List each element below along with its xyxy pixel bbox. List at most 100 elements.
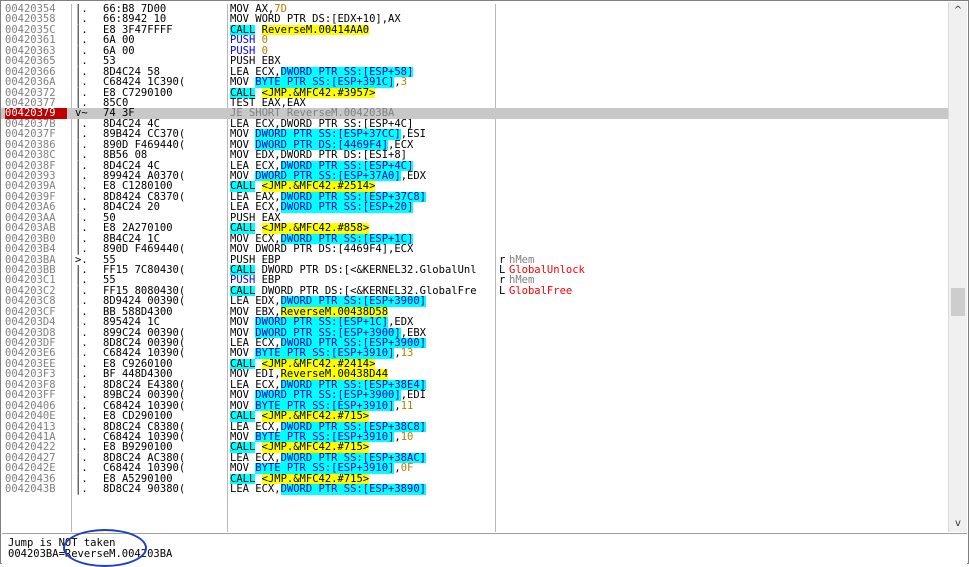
instruction-row[interactable]: 0042036A |. C68424 1C390(MOV BYTE PTR SS:[… xyxy=(1,77,949,88)
instruction-row[interactable]: 00420427 |. 8D8C24 AC380(LEA ECX,DWORD PTR… xyxy=(1,452,949,464)
opcode-bytes: 895424 1C xyxy=(103,317,160,328)
instruction-token: DWORD PTR SS:[ESP+3900] xyxy=(255,390,401,401)
instruction-row[interactable]: 004203DF |. 8D8C24 00390(LEA ECX,DWORD PTR… xyxy=(1,338,949,349)
instruction-row[interactable]: 00420386 |. 890D F469440(MOV DWORD PTR DS:… xyxy=(1,139,949,151)
instruction-row[interactable]: 004203BB |. FF15 7C80430(CALL DWORD PTR DS… xyxy=(1,264,949,276)
instruction-text: CALL <JMP.&MFC42.#715> xyxy=(230,411,493,422)
instruction-row[interactable]: 004203AB |. E8 2A270100 CALL <JMP.&MFC42.#8… xyxy=(1,223,949,234)
opcode-bytes: 8D8C24 00390( xyxy=(103,338,186,349)
instruction-text: LEA EDX,DWORD PTR SS:[ESP+3900] xyxy=(230,296,493,307)
jump-status-text: Jump is NOT taken xyxy=(8,537,116,549)
instruction-row[interactable]: 00420365 |. 53 PUSH EBX xyxy=(1,56,949,66)
arg-bracket: r xyxy=(499,254,506,265)
instruction-row[interactable]: 004203E6 |. C68424 10390(MOV BYTE PTR SS:[… xyxy=(1,348,949,359)
instruction-row[interactable]: 004203B4 |. 890D F469440(MOV DWORD PTR DS:… xyxy=(1,244,949,254)
instruction-token: MOV xyxy=(230,463,256,474)
instruction-token: LEA ECX, xyxy=(230,452,281,464)
instruction-row[interactable]: 00420358 |. 66:8942 10 MOV WORD PTR DS:[EDX… xyxy=(1,14,949,24)
instruction-row[interactable]: 004203F8 |. 8D8C24 E4380(LEA ECX,DWORD PTR… xyxy=(1,379,949,391)
instruction-row[interactable]: 00420436 |. E8 A5290100 CALL <JMP.&MFC42.#7… xyxy=(1,473,949,485)
opcode-bytes: 55 xyxy=(103,275,116,286)
vertical-scrollbar[interactable]: ^ v xyxy=(948,2,967,532)
instruction-row[interactable]: 004203D4 |. 895424 1C MOV DWORD PTR SS:[ESP… xyxy=(1,317,949,328)
opcode-bytes: 55 xyxy=(103,254,116,265)
caret-up-icon[interactable]: ^ xyxy=(949,2,967,19)
instruction-address: 004203C1 xyxy=(5,275,56,286)
instruction-row[interactable]: 004203A6 |. 8D4C24 20 LEA ECX,DWORD PTR SS:… xyxy=(1,202,949,213)
instruction-row[interactable]: 00420406 |. C68424 10390(MOV BYTE PTR SS:[… xyxy=(1,400,949,412)
opcode-bytes: E8 C7290100 xyxy=(103,87,173,98)
opcode-bytes: 85C0 xyxy=(103,97,129,109)
instruction-row[interactable]: 0042043B |. 8D8C24 90380(LEA ECX,DWORD PTR… xyxy=(1,484,949,495)
instruction-row[interactable]: 004203BA >. 55 PUSH EBP r hMem xyxy=(1,255,949,265)
instruction-token: PUSH xyxy=(230,275,262,286)
instruction-row[interactable]: 004203D8 |. 899C24 00390(MOV DWORD PTR SS:… xyxy=(1,327,949,338)
caret-down-icon[interactable]: v xyxy=(949,515,967,532)
instruction-row[interactable]: 0042038F |. 8D4C24 4C LEA ECX,DWORD PTR SS:… xyxy=(1,160,949,171)
instruction-address: 00420422 xyxy=(5,442,56,453)
instruction-text: MOV DWORD PTR SS:[ESP+3900],EDI xyxy=(230,390,493,401)
flow-marker: |. xyxy=(75,97,88,109)
instruction-row[interactable]: 004203C8 |. 8D9424 00390(LEA EDX,DWORD PTR… xyxy=(1,296,949,307)
opcode-bytes: E8 B9290100 xyxy=(103,442,173,453)
instruction-row[interactable]: 00420413 |. 8D8C24 C8380(LEA ECX,DWORD PTR… xyxy=(1,421,949,432)
instruction-text: MOV DWORD PTR SS:[ESP+1C],EDX xyxy=(230,317,493,328)
instruction-row[interactable]: 004203EE |. E8 C9260100 CALL <JMP.&MFC42.#2… xyxy=(1,358,949,370)
instruction-row[interactable]: 004203C2 |. FF15 8080430(CALL DWORD PTR DS… xyxy=(1,285,949,297)
instruction-token: MOV xyxy=(230,139,256,151)
instruction-row[interactable]: 004203CF |. BB 588D4300 MOV EBX,ReverseM.00… xyxy=(1,306,949,318)
instruction-address: 004203BB xyxy=(5,264,56,276)
instruction-row[interactable]: 0042041A |. C68424 10390(MOV BYTE PTR SS:[… xyxy=(1,431,949,443)
instruction-row[interactable]: 0042039A |. E8 C1280100 CALL <JMP.&MFC42.#2… xyxy=(1,181,949,192)
instruction-row[interactable]: 0042039F |. 8D8424 C8370(LEA EAX,DWORD PTR… xyxy=(1,191,949,203)
instruction-row[interactable]: 0042042E |. C68424 10390(MOV BYTE PTR SS:[… xyxy=(1,463,949,474)
instruction-token: ,ESI xyxy=(400,129,426,140)
instruction-token: CALL xyxy=(230,223,256,234)
opcode-bytes: 8D8C24 90380( xyxy=(103,484,186,495)
comment-text xyxy=(499,67,939,77)
opcode-bytes: 8D8C24 C8380( xyxy=(103,421,186,432)
instruction-row[interactable]: 0042037B |. 8D4C24 4C LEA ECX,DWORD PTR SS:… xyxy=(1,119,949,129)
instruction-token: CALL xyxy=(230,264,256,276)
instruction-row[interactable]: 004203AA |. 50 PUSH EAX xyxy=(1,213,949,223)
comment-text xyxy=(499,244,939,254)
disassembly-pane[interactable]: 00420354 |. 66:B8 7D00 MOV AX,7D 00420358 |. 6… xyxy=(1,4,949,532)
flow-marker: |. xyxy=(75,45,88,57)
instruction-row[interactable]: 00420361 |. 6A 00 PUSH 0 xyxy=(1,35,949,45)
comment-text xyxy=(499,422,939,432)
scroll-thumb[interactable] xyxy=(951,288,965,316)
comment-text xyxy=(499,25,939,35)
instruction-text: CALL <JMP.&MFC42.#2414> xyxy=(230,358,493,370)
instruction-row[interactable]: 00420366 |. 8D4C24 58 LEA ECX,DWORD PTR SS:… xyxy=(1,66,949,78)
instruction-row[interactable]: 00420354 |. 66:B8 7D00 MOV AX,7D xyxy=(1,4,949,14)
instruction-token: 11 xyxy=(400,400,414,412)
instruction-row[interactable]: 0042038C |. 8B56 08 MOV EDX,DWORD PTR DS:[E… xyxy=(1,150,949,160)
comment-token: hMem xyxy=(509,275,535,286)
flow-marker: |. xyxy=(75,171,88,182)
instruction-address: 0042038F xyxy=(5,160,56,171)
instruction-token: JE SHORT ReverseM.004203BA xyxy=(230,108,395,119)
instruction-token xyxy=(255,411,261,421)
instruction-row[interactable]: 004203F3 |. BF 448D4300 MOV EDI,ReverseM.00… xyxy=(1,369,949,380)
instruction-row[interactable]: 004203C1 |. 55 PUSH EBP r hMem xyxy=(1,275,949,285)
instruction-token: DWORD PTR SS:[ESP+3900] xyxy=(280,338,426,349)
instruction-token xyxy=(255,474,261,484)
instruction-row[interactable]: 0042040E |. E8 CD290100 CALL <JMP.&MFC42.#7… xyxy=(1,411,949,422)
instruction-address: 004203F8 xyxy=(5,379,56,391)
instruction-row[interactable]: 00420422 |. E8 B9290100 CALL <JMP.&MFC42.#7… xyxy=(1,442,949,453)
instruction-row[interactable]: 00420379 v~ 74 3F JE SHORT ReverseM.004203B… xyxy=(1,108,949,119)
comment-text xyxy=(499,317,939,327)
instruction-row[interactable]: 004203FF |. 89BC24 00390(MOV DWORD PTR SS:… xyxy=(1,390,949,401)
instruction-row[interactable]: 00420363 |. 6A 00 PUSH 0 xyxy=(1,46,949,56)
instruction-row[interactable]: 0042037F |. 89B424 CC370(MOV DWORD PTR SS:… xyxy=(1,129,949,140)
instruction-row[interactable]: 004203B0 |. 8B4C24 1C MOV ECX,DWORD PTR SS:… xyxy=(1,233,949,245)
instruction-row[interactable]: 00420372 |. E8 C7290100 CALL <JMP.&MFC42.#3… xyxy=(1,87,949,98)
instruction-address: 00420413 xyxy=(5,421,56,432)
instruction-row[interactable]: 00420377 |. 85C0 TEST EAX,EAX xyxy=(1,98,949,108)
instruction-token xyxy=(255,25,261,35)
opcode-bytes: C68424 10390( xyxy=(103,400,186,412)
instruction-address: 00420365 xyxy=(5,56,56,67)
instruction-text: MOV WORD PTR DS:[EDX+10],AX xyxy=(230,14,493,24)
instruction-row[interactable]: 0042035C |. E8 3F47FFFF CALL ReverseM.00414… xyxy=(1,24,949,36)
instruction-row[interactable]: 00420393 |. 899424 A0370(MOV DWORD PTR SS:… xyxy=(1,171,949,182)
